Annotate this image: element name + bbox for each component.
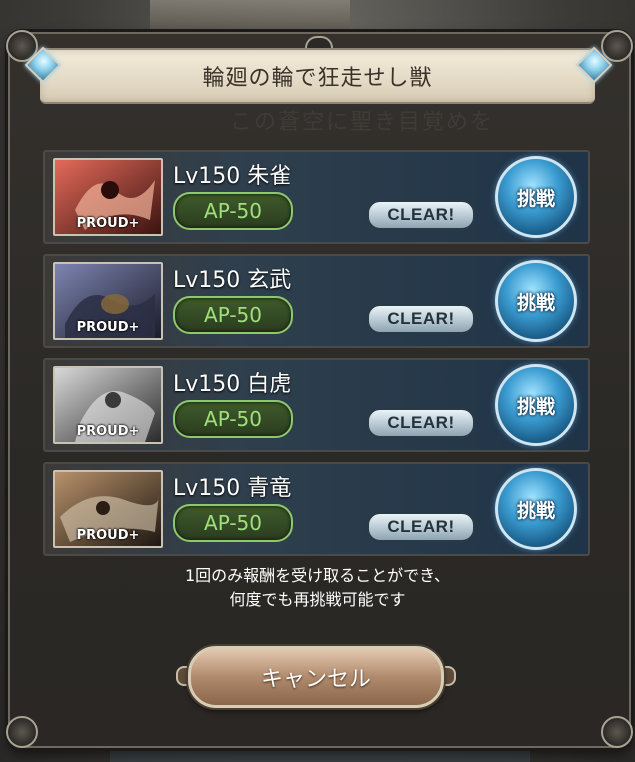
frame-corner-bottom-right [601,716,633,748]
quest-row: PROUD+ Lv150 青竜 AP-50 CLEAR! 挑戦 [43,462,590,556]
boss-thumbnail: PROUD+ [53,366,163,444]
quest-name: Lv150 玄武 [173,268,292,293]
quest-name: Lv150 白虎 [173,372,292,397]
difficulty-badge: PROUD+ [76,424,140,439]
challenge-button[interactable]: 挑戦 [495,156,577,238]
clear-status-badge: CLEAR! [367,200,475,230]
dialog-title-banner: 輪廻の輪で狂走せし獣 [40,48,595,104]
ap-cost: AP-50 [173,504,293,542]
clear-status-badge: CLEAR! [367,512,475,542]
quest-name: Lv150 青竜 [173,476,292,501]
difficulty-badge: PROUD+ [76,528,140,543]
challenge-button[interactable]: 挑戦 [495,260,577,342]
quest-name: Lv150 朱雀 [173,164,292,189]
frame-corner-top-right [601,30,633,62]
dialog-title: 輪廻の輪で狂走せし獣 [202,66,433,91]
clear-status-badge: CLEAR! [367,304,475,334]
quest-row: PROUD+ Lv150 玄武 AP-50 CLEAR! 挑戦 [43,254,590,348]
challenge-button[interactable]: 挑戦 [495,364,577,446]
reward-notice-line2: 何度でも再挑戦可能です [229,590,406,609]
difficulty-badge: PROUD+ [76,216,140,231]
boss-thumbnail: PROUD+ [53,158,163,236]
background-header-strip [150,0,350,30]
background-faded-text: この蒼空に聖き目覚めを [230,110,495,135]
reward-notice-line1: 1回のみ報酬を受け取ることができ、 [184,566,451,585]
difficulty-badge: PROUD+ [76,320,140,335]
ap-cost: AP-50 [173,400,293,438]
boss-thumbnail: PROUD+ [53,262,163,340]
boss-thumbnail: PROUD+ [53,470,163,548]
quest-list: PROUD+ Lv150 朱雀 AP-50 CLEAR! 挑戦 PROUD+ L… [43,150,590,566]
clear-status-badge: CLEAR! [367,408,475,438]
quest-row: PROUD+ Lv150 朱雀 AP-50 CLEAR! 挑戦 [43,150,590,244]
cancel-button[interactable]: キャンセル [188,646,444,708]
challenge-button[interactable]: 挑戦 [495,468,577,550]
frame-corner-bottom-left [6,716,38,748]
ap-cost: AP-50 [173,296,293,334]
quest-row: PROUD+ Lv150 白虎 AP-50 CLEAR! 挑戦 [43,358,590,452]
ap-cost: AP-50 [173,192,293,230]
